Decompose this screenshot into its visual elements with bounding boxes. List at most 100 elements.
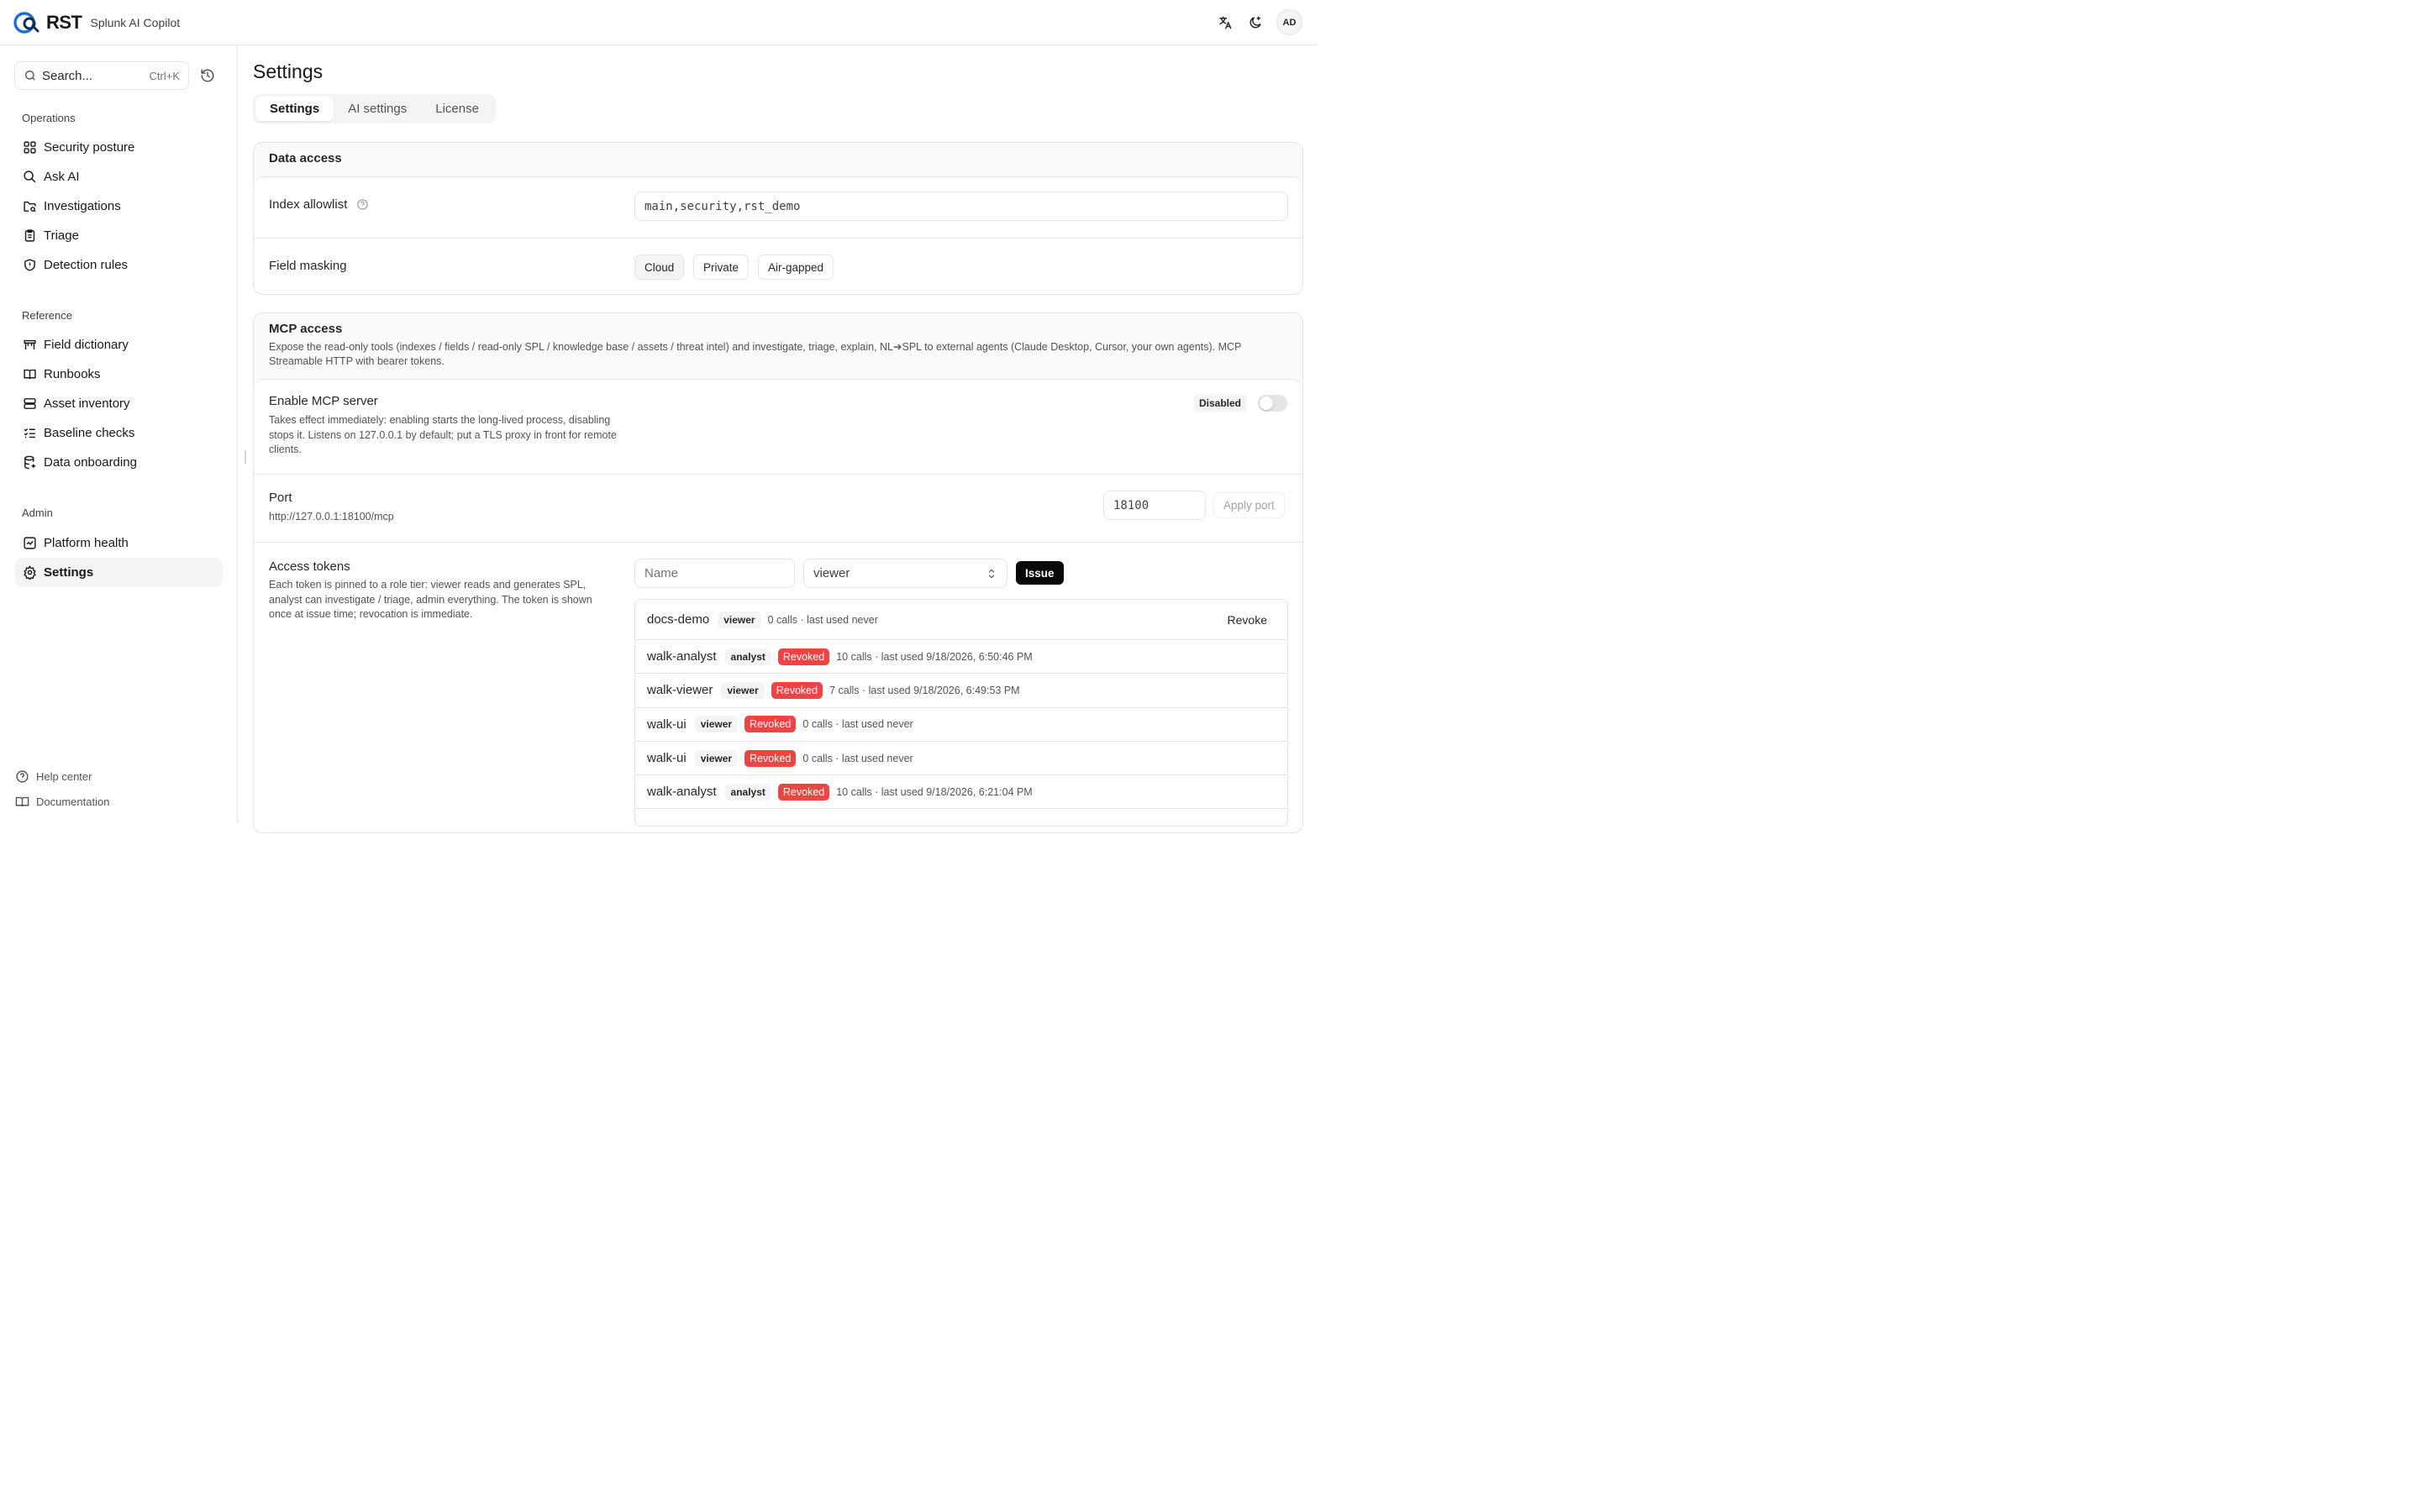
index-allowlist-input[interactable]: main,security,rst_demo: [634, 192, 1288, 221]
nav-data-onboarding[interactable]: Data onboarding: [15, 448, 223, 477]
field-masking-label: Field masking: [269, 259, 347, 273]
token-name: walk-analyst: [647, 649, 717, 664]
revoked-badge: Revoked: [777, 648, 830, 665]
token-row: walk-analyst analyst Revoked 10 calls · …: [635, 640, 1287, 675]
nav-label: Data onboarding: [44, 455, 137, 470]
main-content: Settings Settings AI settings License Da…: [253, 45, 1303, 833]
nav-label: Platform health: [44, 536, 129, 550]
index-allowlist-label: Index allowlist: [269, 197, 369, 212]
nav-runbooks[interactable]: Runbooks: [15, 360, 223, 389]
port-url: http://127.0.0.1:18100/mcp: [269, 511, 394, 522]
search-placeholder: Search...: [42, 68, 93, 83]
nav-label: Runbooks: [44, 367, 101, 381]
nav-investigations[interactable]: Investigations: [15, 192, 223, 221]
nav-settings[interactable]: Settings: [15, 558, 223, 587]
issue-token-button[interactable]: Issue: [1016, 561, 1064, 585]
access-tokens-label: Access tokens: [269, 559, 350, 574]
documentation-link[interactable]: Documentation: [15, 795, 109, 809]
section-admin: Admin: [22, 507, 53, 519]
token-name: walk-ui: [647, 751, 687, 766]
nav-platform-health[interactable]: Platform health: [15, 528, 223, 558]
nav-label: Security posture: [44, 140, 135, 155]
mcp-access-card: MCP access Expose the read-only tools (i…: [253, 312, 1303, 833]
translate-icon[interactable]: [1216, 13, 1234, 32]
help-center-link[interactable]: Help center: [15, 769, 92, 784]
token-name-input[interactable]: [634, 559, 795, 588]
token-meta: 10 calls · last used 9/18/2026, 6:21:04 …: [836, 785, 1033, 798]
token-role-select[interactable]: viewer: [803, 559, 1007, 588]
port-label: Port: [269, 491, 292, 505]
apply-port-button[interactable]: Apply port: [1213, 492, 1285, 518]
logo-mark-icon: [13, 11, 39, 34]
revoked-badge: Revoked: [777, 783, 830, 801]
masking-option-private[interactable]: Private: [693, 255, 750, 280]
sidebar-resize-handle[interactable]: [245, 450, 246, 464]
token-meta: 7 calls · last used 9/18/2026, 6:49:53 P…: [829, 684, 1020, 696]
enable-mcp-label: Enable MCP server: [269, 394, 378, 408]
enable-mcp-toggle[interactable]: [1258, 395, 1287, 412]
nav-field-dictionary[interactable]: Field dictionary: [15, 330, 223, 360]
token-meta: 0 calls · last used never: [802, 752, 913, 764]
mcp-status-badge: Disabled: [1193, 395, 1248, 412]
masking-option-cloud[interactable]: Cloud: [634, 255, 685, 280]
revoked-badge: Revoked: [771, 681, 823, 699]
nav-asset-inventory[interactable]: Asset inventory: [15, 389, 223, 418]
tab-license[interactable]: License: [421, 97, 493, 121]
folder-search-icon: [22, 199, 37, 214]
page-title: Settings: [253, 60, 324, 82]
user-avatar[interactable]: AD: [1276, 9, 1302, 35]
nav-detection-rules[interactable]: Detection rules: [15, 250, 223, 280]
help-circle-icon: [16, 770, 29, 783]
nav-label: Baseline checks: [44, 426, 135, 440]
revoked-badge: Revoked: [744, 749, 797, 767]
data-access-title: Data access: [269, 151, 342, 165]
data-access-card: Data access Index allowlist main,securit…: [253, 142, 1303, 295]
sidebar-search[interactable]: Search... Ctrl+K: [14, 61, 189, 90]
nav-label: Investigations: [44, 199, 121, 213]
nav-label: Field dictionary: [44, 338, 129, 352]
token-role-value: viewer: [813, 566, 850, 580]
documentation-label: Documentation: [36, 795, 110, 808]
history-icon[interactable]: [200, 68, 215, 86]
help-circle-icon[interactable]: [356, 198, 369, 211]
token-row: docs-demo viewer 0 calls · last used nev…: [635, 600, 1287, 640]
port-input[interactable]: 18100: [1103, 491, 1206, 520]
search-shortcut: Ctrl+K: [149, 69, 180, 82]
nav-baseline-checks[interactable]: Baseline checks: [15, 418, 223, 448]
token-name: walk-viewer: [647, 683, 713, 698]
enable-mcp-row: Enable MCP server Takes effect immediate…: [254, 380, 1302, 475]
revoke-token-button[interactable]: Revoke: [1228, 613, 1267, 627]
tab-ai-settings[interactable]: AI settings: [334, 97, 421, 121]
masking-option-air-gapped[interactable]: Air-gapped: [758, 255, 834, 280]
token-row: walk-viewer viewer Revoked 7 calls · las…: [635, 674, 1287, 708]
rst-logo[interactable]: RST: [13, 11, 82, 34]
nav-security-posture[interactable]: Security posture: [15, 133, 223, 162]
access-tokens-row: Access tokens Each token is pinned to a …: [254, 543, 1302, 832]
app-name: Splunk AI Copilot: [90, 15, 181, 29]
book-open-icon: [15, 796, 29, 807]
database-icon: [22, 455, 37, 470]
book-icon: [22, 367, 37, 382]
token-role-badge: viewer: [694, 749, 739, 767]
table-icon: [22, 338, 37, 353]
search-icon: [25, 71, 35, 81]
token-name: docs-demo: [647, 612, 710, 627]
token-role-badge: viewer: [694, 716, 739, 733]
index-allowlist-row: Index allowlist main,security,rst_demo: [254, 177, 1302, 239]
nav-triage[interactable]: Triage: [15, 221, 223, 250]
revoked-badge: Revoked: [744, 716, 797, 733]
token-role-badge: analyst: [724, 783, 771, 801]
nav-ask-ai[interactable]: Ask AI: [15, 162, 223, 192]
nav-label: Detection rules: [44, 258, 129, 272]
top-header: RST Splunk AI Copilot AD: [0, 0, 1318, 45]
nav-label: Asset inventory: [44, 396, 130, 411]
section-operations: Operations: [22, 112, 76, 124]
tab-settings[interactable]: Settings: [255, 97, 334, 121]
settings-tabs: Settings AI settings License: [253, 94, 496, 123]
token-role-badge: analyst: [724, 648, 771, 665]
logo-text: RST: [46, 11, 82, 33]
token-role-badge: viewer: [718, 611, 761, 628]
token-name: walk-ui: [647, 717, 687, 732]
clipboard-icon: [22, 228, 37, 244]
theme-toggle-icon[interactable]: [1246, 13, 1265, 32]
